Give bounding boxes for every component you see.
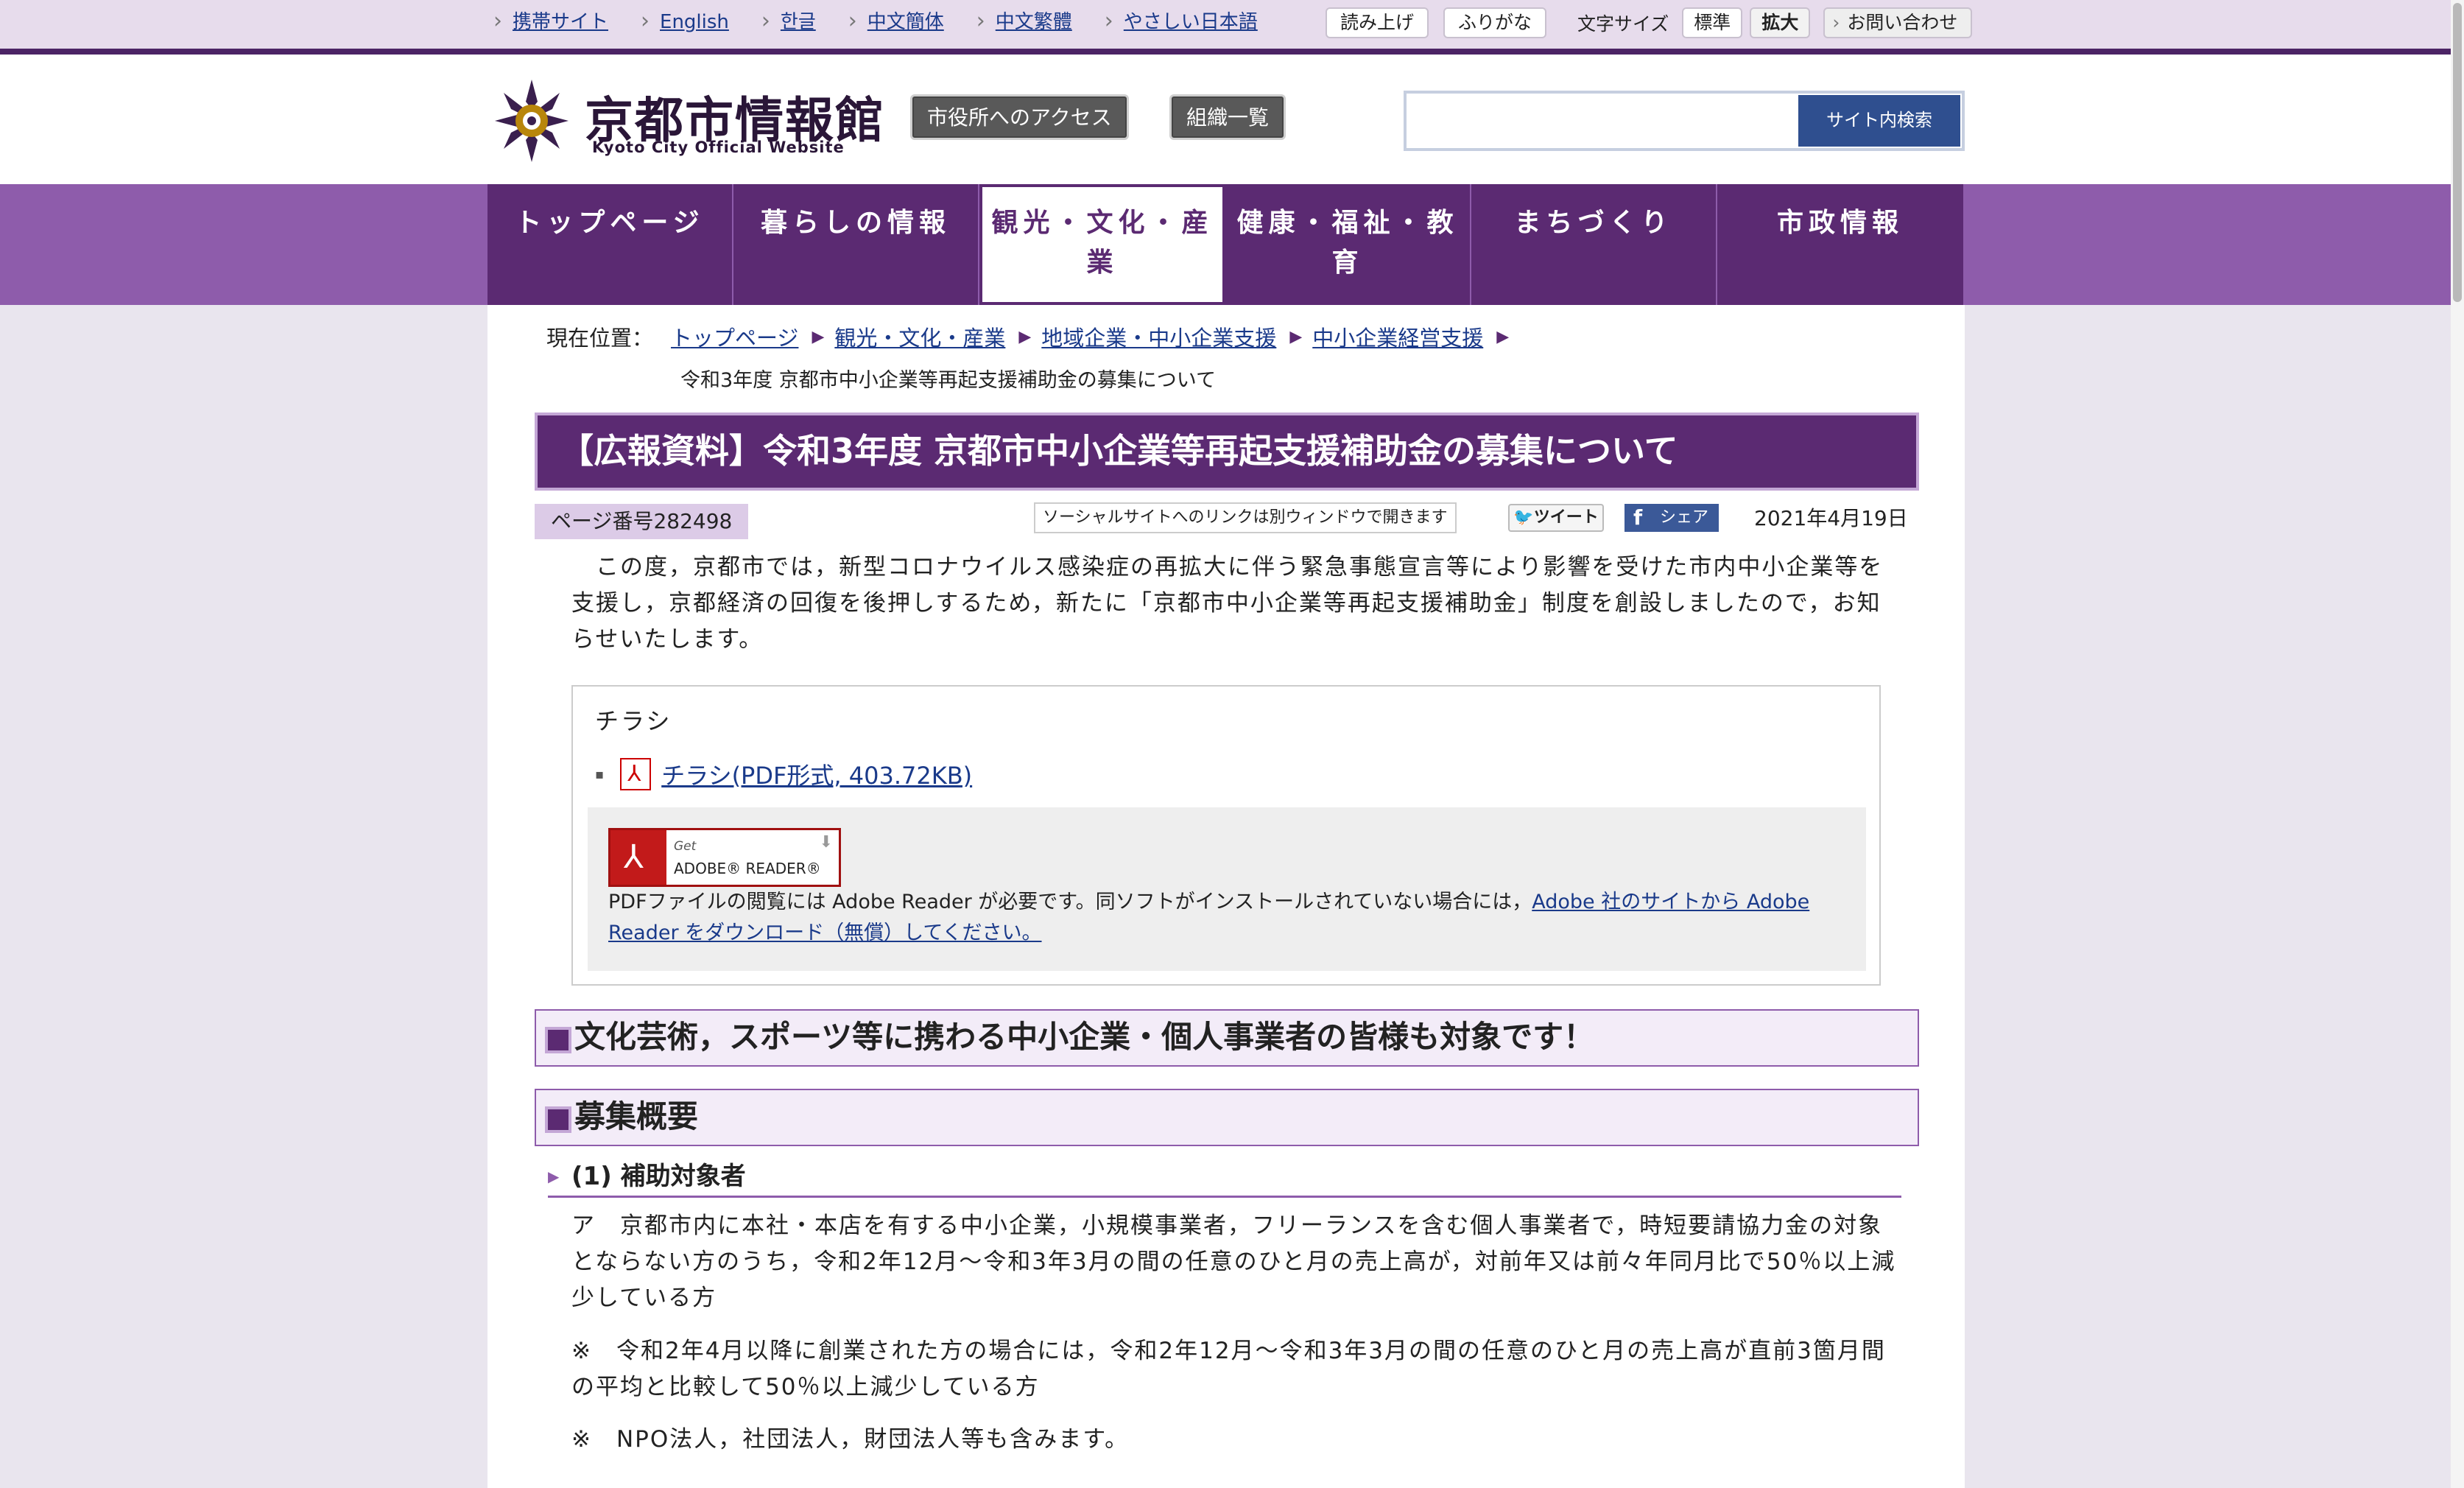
share-label: シェア (1659, 508, 1708, 527)
scrollbar-thumb[interactable] (2453, 3, 2462, 302)
site-search-button[interactable]: サイト内検索 (1798, 95, 1960, 147)
breadcrumb-label: 現在位置： (546, 326, 654, 351)
nav-health-welfare-education[interactable]: 健康・福祉・教育 (1225, 184, 1471, 305)
facebook-share-button[interactable]: f シェア (1625, 504, 1719, 532)
nav-top-page[interactable]: トップページ (487, 184, 733, 305)
publish-date: 2021年4月19日 (1754, 506, 1908, 530)
link-english[interactable]: English (641, 8, 729, 35)
flyer-title: チラシ (595, 707, 672, 735)
adobe-notice-text: PDFファイルの閲覧には Adobe Reader が必要です。同ソフトがインス… (608, 887, 1860, 949)
tweet-button[interactable]: 🐦ツイート (1508, 504, 1604, 532)
twitter-icon: 🐦 (1513, 508, 1534, 527)
section-heading-overview: 募集概要 (535, 1089, 1919, 1146)
font-standard-button[interactable]: 標準 (1682, 7, 1743, 38)
furigana-button[interactable]: ふりがな (1443, 7, 1547, 38)
facebook-icon: f (1633, 505, 1643, 530)
page-number-badge: ページ番号282498 (535, 504, 749, 539)
tweet-label: ツイート (1533, 508, 1599, 527)
bullet-icon: ▪ (595, 766, 605, 782)
adobe-reader-notice: Get ADOBE® READER® ⬇ PDFファイルの閲覧には Adobe … (588, 807, 1866, 971)
breadcrumb-arrow-icon: ▶ (1496, 327, 1510, 346)
nav-city-administration[interactable]: 市政情報 (1717, 184, 1963, 305)
breadcrumb: 現在位置： トップページ ▶ 観光・文化・産業 ▶ 地域企業・中小企業支援 ▶ … (546, 321, 1519, 352)
adobe-badge-reader: ADOBE® READER® (674, 860, 821, 877)
flyer-box: チラシ ▪ チラシ(PDF形式, 403.72KB) Get ADOBE® RE… (571, 685, 1881, 986)
adobe-badge-get: Get (674, 839, 697, 854)
site-header: 京都市情報館 Kyoto City Official Website 市役所への… (0, 55, 2464, 184)
font-size-label: 文字サイズ (1577, 13, 1669, 35)
link-korean[interactable]: 한글 (761, 8, 816, 35)
flyer-item: ▪ チラシ(PDF形式, 403.72KB) (595, 757, 972, 791)
nav-city-planning[interactable]: まちづくり (1471, 184, 1717, 305)
eligibility-note-npo: ※ NPO法人，社団法人，財団法人等も含みます。 (571, 1426, 1130, 1453)
intro-paragraph: この度，京都市では，新型コロナウイルス感染症の再拡大に伴う緊急事態宣言等により影… (571, 554, 1884, 653)
kyoto-emblem-icon[interactable] (495, 80, 569, 162)
get-adobe-reader-badge[interactable]: Get ADOBE® READER® ⬇ (608, 828, 841, 887)
adobe-logo-icon (610, 830, 666, 885)
link-mobile[interactable]: 携帯サイト (493, 8, 608, 35)
nav-tourism-culture-industry[interactable]: 観光・文化・産業 (979, 184, 1225, 305)
download-arrow-icon: ⬇ (819, 833, 833, 852)
global-nav: トップページ 暮らしの情報 観光・文化・産業 健康・福祉・教育 まちづくり 市政… (487, 184, 1963, 305)
link-chinese-traditional[interactable]: 中文繁體 (976, 8, 1072, 35)
social-link-note: ソーシャルサイトへのリンクは別ウィンドウで開きます (1034, 502, 1457, 533)
breadcrumb-current: 令和3年度 京都市中小企業等再起支援補助金の募集について (680, 369, 1216, 392)
global-nav-band: トップページ 暮らしの情報 観光・文化・産業 健康・福祉・教育 まちづくり 市政… (0, 184, 2464, 305)
font-large-button[interactable]: 拡大 (1750, 7, 1811, 38)
breadcrumb-link-local-business[interactable]: 地域企業・中小企業支援 (1041, 321, 1276, 352)
adobe-notice-prefix: PDFファイルの閲覧には Adobe Reader が必要です。同ソフトがインス… (608, 891, 1532, 913)
breadcrumb-link-tourism[interactable]: 観光・文化・産業 (834, 321, 1005, 352)
utility-bar: 携帯サイト English 한글 中文簡体 中文繁體 やさしい日本語 読み上げ … (0, 0, 2464, 49)
link-easy-japanese[interactable]: やさしい日本語 (1105, 8, 1258, 35)
breadcrumb-arrow-icon: ▶ (812, 327, 825, 346)
utility-divider (0, 49, 2464, 55)
read-aloud-button[interactable]: 読み上げ (1326, 7, 1429, 38)
language-links: 携帯サイト English 한글 中文簡体 中文繁體 やさしい日本語 (493, 8, 1290, 35)
site-logo-subtitle: Kyoto City Official Website (592, 138, 845, 156)
link-chinese-simplified[interactable]: 中文簡体 (848, 8, 944, 35)
search-box: サイト内検索 (1404, 91, 1965, 151)
breadcrumb-arrow-icon: ▶ (1289, 327, 1303, 346)
contact-button[interactable]: お問い合わせ (1823, 7, 1973, 38)
city-hall-access-button[interactable]: 市役所へのアクセス (910, 94, 1129, 140)
flyer-pdf-link[interactable]: チラシ(PDF形式, 403.72KB) (661, 757, 972, 791)
breadcrumb-link-top[interactable]: トップページ (671, 321, 798, 352)
nav-living-info[interactable]: 暮らしの情報 (733, 184, 979, 305)
main-content: 現在位置： トップページ ▶ 観光・文化・産業 ▶ 地域企業・中小企業支援 ▶ … (487, 305, 1965, 1488)
subheading-eligible: (1) 補助対象者 (548, 1159, 1901, 1198)
breadcrumb-link-sme-support[interactable]: 中小企業経営支援 (1312, 321, 1483, 352)
search-input[interactable] (1409, 96, 1798, 145)
organization-list-button[interactable]: 組織一覧 (1169, 94, 1286, 140)
eligibility-note-founded: ※ 令和2年4月以降に創業された方の場合には，令和2年12月～令和3年3月の間の… (571, 1338, 1886, 1400)
pdf-icon (620, 758, 652, 790)
page-title: 【広報資料】令和3年度 京都市中小企業等再起支援補助金の募集について (535, 413, 1919, 491)
section-heading-target-notice: 文化芸術，スポーツ等に携わる中小企業・個人事業者の皆様も対象です！ (535, 1009, 1919, 1067)
breadcrumb-arrow-icon: ▶ (1018, 327, 1032, 346)
eligibility-paragraph-a: ア 京都市内に本社・本店を有する中小企業，小規模事業者，フリーランスを含む個人事… (571, 1212, 1896, 1311)
